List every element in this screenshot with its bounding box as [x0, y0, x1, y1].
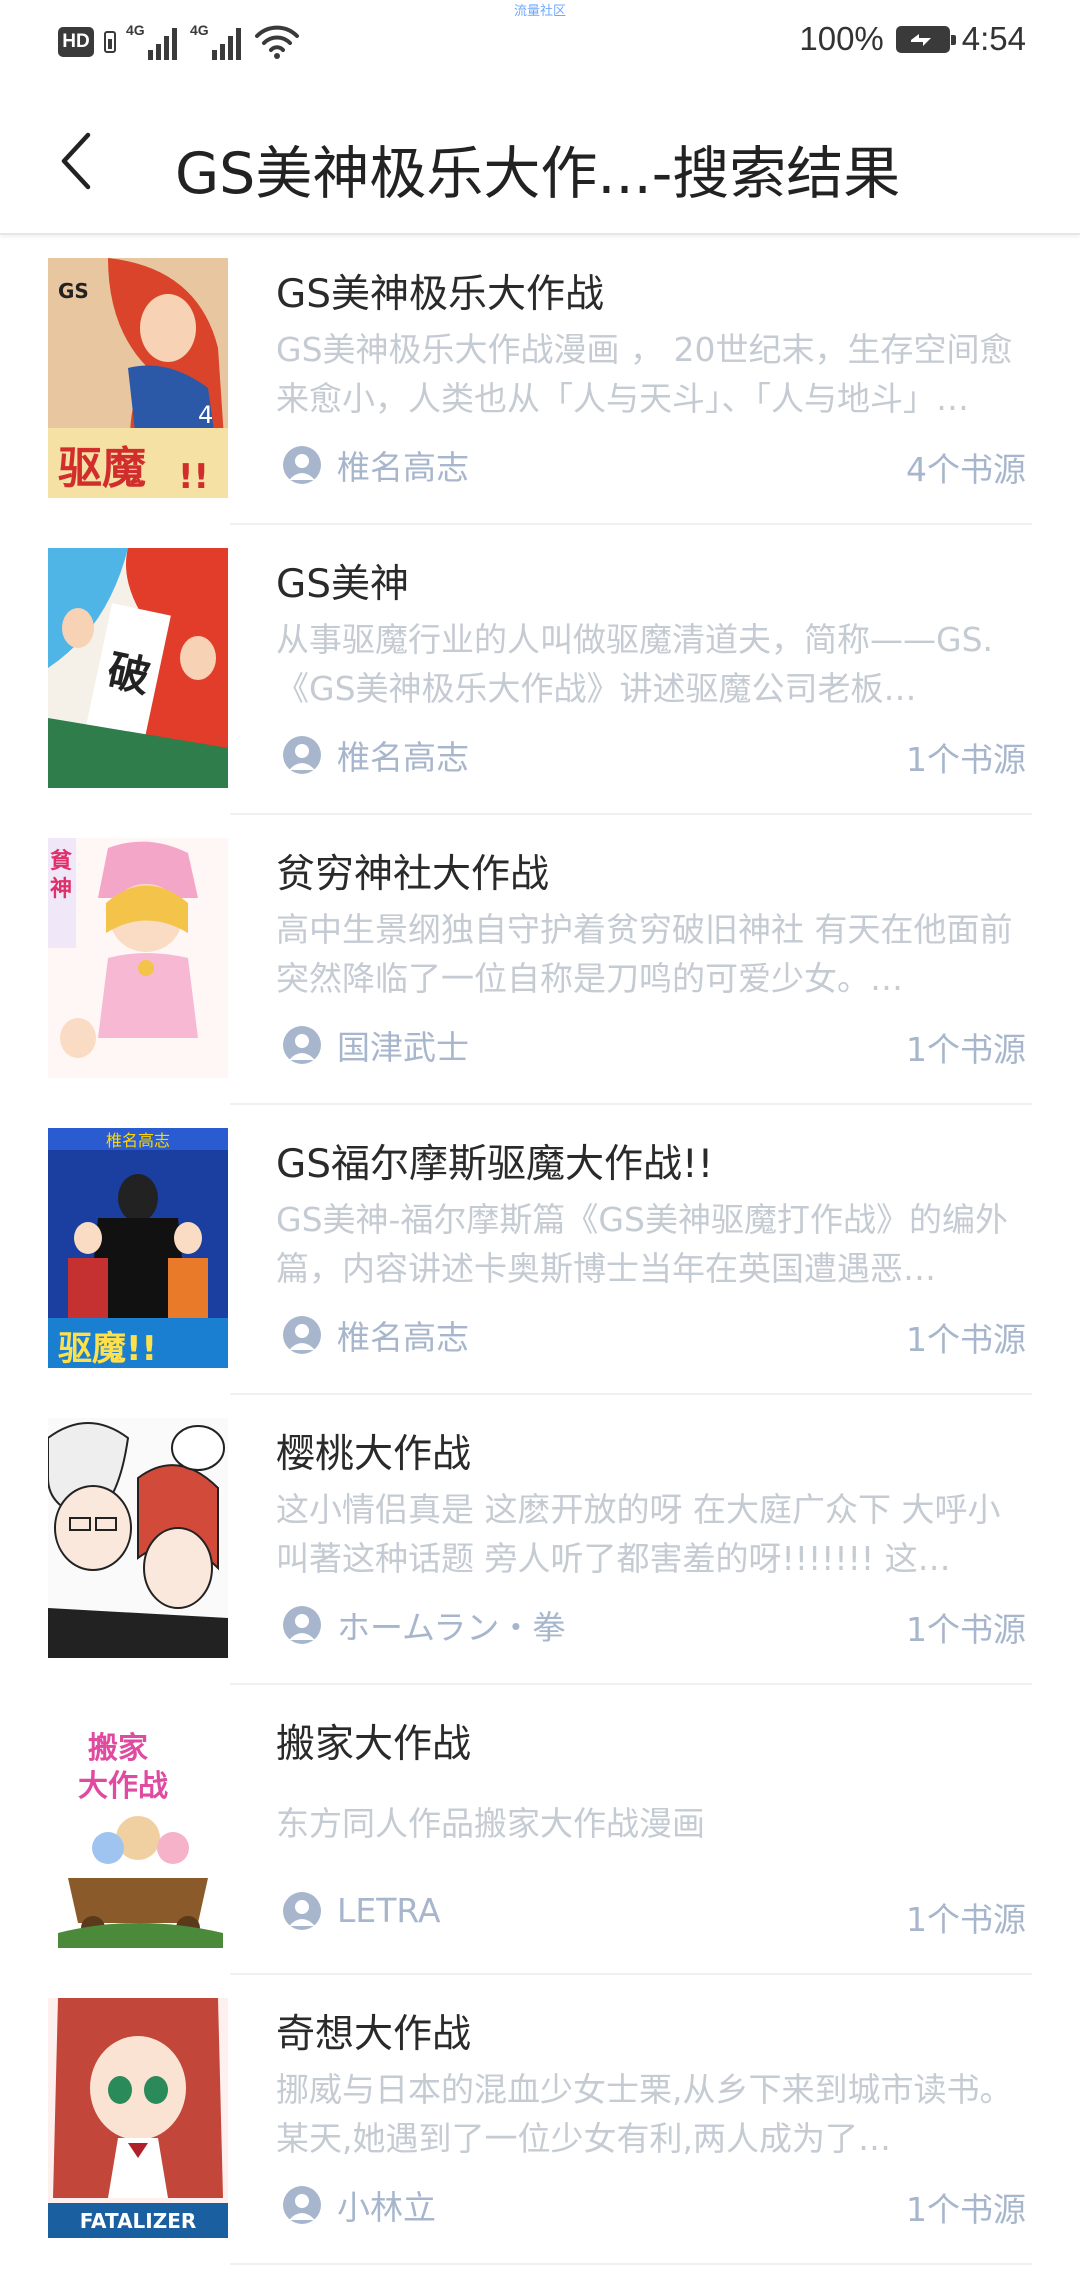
svg-text:!!: !! — [178, 457, 209, 497]
author-name: 椎名高志 — [337, 1318, 469, 1357]
book-title: 樱桃大作战 — [276, 1432, 472, 1477]
author-name: 椎名高志 — [337, 448, 469, 487]
result-item[interactable]: 貧 神 贫穷神社大作战 高中生景纲独自守护着贫穷破旧神社 有天在他面前突然降临了… — [0, 815, 1080, 1105]
author: LETRA — [283, 1891, 441, 1930]
source-count: 1个书源 — [906, 1320, 1026, 1359]
book-title: 搬家大作战 — [276, 1722, 472, 1767]
author: ホームラン・拳 — [283, 1601, 565, 1649]
source-count: 1个书源 — [906, 2190, 1026, 2229]
status-right: 100% 4:54 — [799, 20, 1026, 58]
book-description: GS美神极乐大作战漫画 ， 20世纪末，生存空间愈来愈小，人类也从「人与天斗」、… — [276, 330, 1013, 418]
status-bar: 流量社区 HD 4G 4G 100% 4:54 — [0, 0, 1080, 90]
book-title: GS福尔摩斯驱魔大作战!! — [276, 1142, 714, 1187]
author-icon — [283, 1316, 321, 1354]
author-icon — [283, 736, 321, 774]
source-count: 4个书源 — [906, 450, 1026, 489]
battery-percent: 100% — [799, 20, 884, 57]
source-count: 1个书源 — [906, 740, 1026, 779]
signal-4g-1: 4G — [126, 22, 180, 62]
search-results-list: 驱魔 !! GS 4 GS美神极乐大作战 GS美神极乐大作战漫画 ， 20世纪末… — [0, 235, 1080, 2265]
author-name: 国津武士 — [337, 1028, 469, 1067]
book-cover: 驱魔 !! GS 4 — [48, 258, 228, 498]
svg-text:椎名高志: 椎名高志 — [106, 1131, 170, 1150]
book-description: 这小情侣真是 这麽开放的呀 在大庭广众下 大呼小叫著这种话题 旁人听了都害羞的呀… — [276, 1490, 1001, 1578]
book-cover: FATALIZER — [48, 1998, 228, 2238]
status-center-note: 流量社区 — [513, 4, 566, 19]
charging-icon — [910, 33, 931, 46]
author-name: LETRA — [337, 1891, 441, 1930]
result-item[interactable]: 樱桃大作战 这小情侣真是 这麽开放的呀 在大庭广众下 大呼小叫著这种话题 旁人听… — [0, 1395, 1080, 1685]
author-icon — [283, 1606, 321, 1644]
book-title: GS美神 — [276, 562, 409, 607]
hd-badge: HD — [58, 27, 94, 57]
author-icon — [283, 2186, 321, 2224]
source-count: 1个书源 — [906, 1610, 1026, 1649]
chevron-left-icon — [61, 132, 91, 190]
back-button[interactable] — [46, 126, 106, 196]
book-cover: 破 — [48, 548, 228, 788]
author: 小林立 — [283, 2181, 436, 2229]
result-item[interactable]: 搬家 大作战 搬家大作战 东方同人作品搬家大作战漫画 LETRA 1个书源 — [0, 1685, 1080, 1975]
status-left-icons: HD 4G 4G — [58, 22, 300, 62]
book-description: 挪威与日本的混血少女士栗,从乡下来到城市读书。某天,她遇到了一位少女有利,两人成… — [276, 2070, 1013, 2158]
author-icon — [283, 1891, 321, 1930]
svg-text:驱魔: 驱魔 — [58, 443, 146, 494]
result-item[interactable]: FATALIZER 奇想大作战 挪威与日本的混血少女士栗,从乡下来到城市读书。某… — [0, 1975, 1080, 2265]
author: 椎名高志 — [283, 1311, 469, 1359]
svg-text:大作战: 大作战 — [78, 1769, 168, 1804]
result-item[interactable]: 破 GS美神 从事驱魔行业的人叫做驱魔清道夫，简称——GS.《GS美神极乐大作战… — [0, 525, 1080, 815]
svg-text:神: 神 — [50, 876, 72, 902]
network-type-label: 4G — [126, 22, 145, 38]
book-title: 奇想大作战 — [276, 2012, 472, 2057]
author-name: 椎名高志 — [337, 738, 469, 777]
page-title: GS美神极乐大作...-搜索结果 — [175, 141, 901, 207]
clock: 4:54 — [961, 20, 1026, 57]
author: 国津武士 — [283, 1021, 469, 1069]
book-description: 从事驱魔行业的人叫做驱魔清道夫，简称——GS.《GS美神极乐大作战》讲述驱魔公司… — [276, 620, 994, 708]
app-header: GS美神极乐大作...-搜索结果 — [0, 90, 1080, 235]
svg-text:GS: GS — [58, 279, 89, 303]
network-type-label: 4G — [190, 22, 209, 38]
book-description: 高中生景纲独自守护着贫穷破旧神社 有天在他面前突然降临了一位自称是刀鸣的可爱少女… — [276, 910, 1013, 998]
sim-icon — [104, 31, 116, 53]
wifi-icon — [255, 25, 299, 59]
author-name: 小林立 — [337, 2188, 436, 2227]
author: 椎名高志 — [283, 441, 469, 489]
book-description: 东方同人作品搬家大作战漫画 — [276, 1804, 705, 1843]
svg-text:FATALIZER: FATALIZER — [80, 2209, 197, 2233]
book-cover: 貧 神 — [48, 838, 228, 1078]
divider — [230, 2263, 1032, 2265]
book-cover — [48, 1418, 228, 1658]
author-icon — [283, 446, 321, 484]
svg-text:4: 4 — [198, 401, 213, 429]
author-name: ホームラン・拳 — [337, 1608, 566, 1647]
result-item[interactable]: 驱魔 !! GS 4 GS美神极乐大作战 GS美神极乐大作战漫画 ， 20世纪末… — [0, 235, 1080, 525]
author: 椎名高志 — [283, 731, 469, 779]
source-count: 1个书源 — [906, 1030, 1026, 1069]
source-count: 1个书源 — [906, 1900, 1026, 1939]
svg-text:搬家: 搬家 — [88, 1731, 148, 1766]
svg-text:貧: 貧 — [50, 848, 72, 874]
book-title: GS美神极乐大作战 — [276, 272, 604, 317]
author-icon — [283, 1026, 321, 1064]
result-item[interactable]: 椎名高志 驱魔!! GS福尔摩斯驱魔大作战!! GS美神-福尔摩斯篇《GS美神驱… — [0, 1105, 1080, 1395]
book-cover: 椎名高志 驱魔!! — [48, 1128, 228, 1368]
book-description: GS美神-福尔摩斯篇《GS美神驱魔打作战》的编外篇，内容讲述卡奥斯博士当年在英国… — [276, 1200, 1008, 1288]
battery-icon — [895, 25, 956, 53]
svg-text:驱魔!!: 驱魔!! — [58, 1329, 157, 1368]
signal-4g-2: 4G — [190, 22, 244, 62]
book-cover: 搬家 大作战 — [48, 1708, 228, 1948]
book-title: 贫穷神社大作战 — [276, 852, 550, 897]
